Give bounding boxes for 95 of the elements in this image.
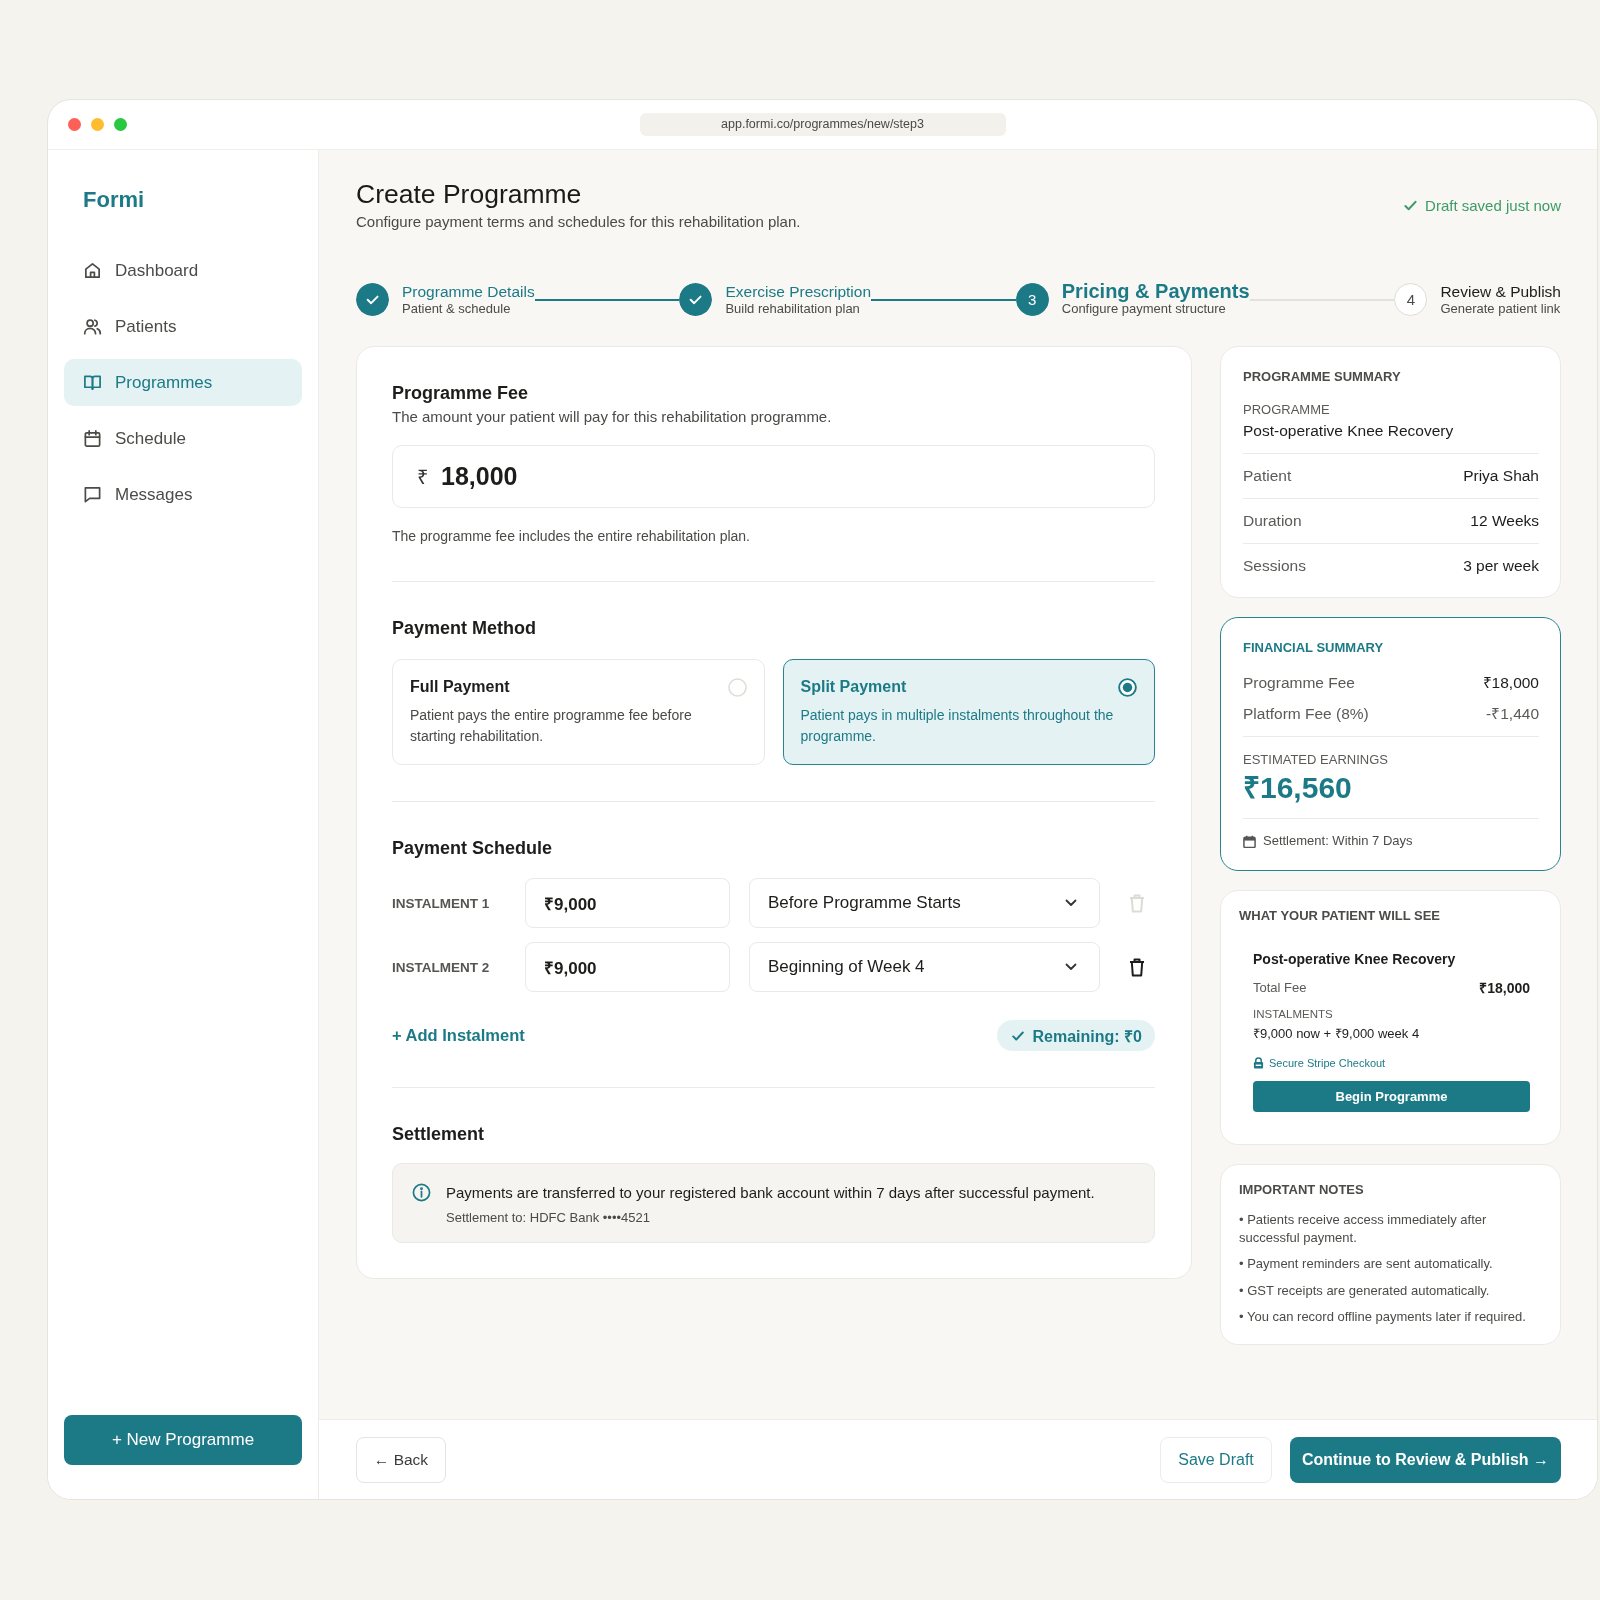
settlement-message: Payments are transferred to your registered bank account within 7 days after successful payment. <box>446 1183 1095 1203</box>
note-item: • Patients receive access immediately after successful payment. <box>1239 1211 1488 1246</box>
summary-label: Duration <box>1243 511 1302 531</box>
step-title: Programme Details <box>402 282 535 301</box>
amount-field[interactable]: ₹9,000 <box>525 942 730 992</box>
minimize-dot-icon[interactable] <box>91 118 104 131</box>
settlement-note: Settlement: Within 7 Days <box>1263 833 1413 849</box>
card-heading: IMPORTANT NOTES <box>1239 1182 1365 1198</box>
section-description: The amount your patient will pay for this rehabilitation programme. <box>392 407 833 427</box>
step-title: Review & Publish <box>1440 282 1561 301</box>
check-circle-icon[interactable] <box>679 283 713 316</box>
settlement-account: Settlement to: HDFC Bank ••••4521 <box>446 1210 651 1226</box>
nav-item[interactable]: Dashboard <box>64 247 302 294</box>
new-programme-button[interactable]: + New Programme <box>64 1415 302 1465</box>
chevron-down-icon <box>1065 963 1077 971</box>
timing-select[interactable]: Before Programme Starts <box>749 878 1100 928</box>
section-title: Payment Method <box>392 617 538 639</box>
nav-item[interactable]: Patients <box>64 303 302 350</box>
page-title: Create Programme <box>356 179 583 209</box>
card-heading: WHAT YOUR PATIENT WILL SEE <box>1239 908 1442 924</box>
instalment-label: INSTALMENT 2 <box>392 959 491 975</box>
section-title: Settlement <box>392 1123 486 1145</box>
summary-label: Patient <box>1243 466 1292 486</box>
info-icon <box>412 1183 431 1202</box>
fee-field[interactable]: ₹ 18,000 <box>392 445 1155 508</box>
step-caption: Patient & schedule <box>402 301 512 317</box>
calendar-icon <box>1243 834 1256 848</box>
preview-amount: ₹18,000 <box>1479 979 1530 997</box>
step-caption: Generate patient link <box>1440 301 1561 317</box>
zoom-dot-icon[interactable] <box>114 118 127 131</box>
note-item: • Payment reminders are sent automatically. <box>1239 1255 1494 1273</box>
summary-value: -₹1,440 <box>1486 704 1539 724</box>
summary-value: Priya Shah <box>1463 466 1539 486</box>
remaining-text: Remaining: ₹0 <box>1032 1026 1142 1047</box>
step-number: 3 <box>1015 283 1049 316</box>
nav-item[interactable]: Schedule <box>64 415 302 462</box>
section-title: Programme Fee <box>392 382 530 404</box>
lock-icon <box>1253 1057 1264 1069</box>
card-heading: PROGRAMME SUMMARY <box>1243 369 1402 385</box>
secure-checkout-note: Secure Stripe Checkout <box>1269 1056 1386 1070</box>
add-instalment-button[interactable]: + Add Instalment <box>392 1026 525 1045</box>
trash-icon[interactable] <box>1129 957 1145 977</box>
step-title: Exercise Prescription <box>725 282 871 301</box>
timing-select[interactable]: Beginning of Week 4 <box>749 942 1100 992</box>
note-item: • GST receipts are generated automatically. <box>1239 1281 1491 1299</box>
instalment-label: INSTALMENT 1 <box>392 895 491 911</box>
option-description: Patient pays the entire programme fee before starting rehabilitation. <box>410 706 693 746</box>
back-button[interactable]: ← Back <box>356 1436 446 1483</box>
begin-programme-button[interactable]: Begin Programme <box>1253 1081 1530 1112</box>
instalments-detail: ₹9,000 now + ₹9,000 week 4 <box>1253 1025 1421 1043</box>
summary-label: Sessions <box>1243 556 1306 576</box>
earnings-label: ESTIMATED EARNINGS <box>1243 752 1389 768</box>
option-title: Full Payment <box>410 677 510 697</box>
step-caption: Build rehabilitation plan <box>725 301 861 317</box>
programme-name: Post-operative Knee Recovery <box>1243 421 1455 441</box>
page-subtitle: Configure payment terms and schedules for this rehabilitation plan. <box>356 212 801 232</box>
check-icon <box>1403 198 1419 213</box>
option-description: Patient pays in multiple instalments throughout the programme. <box>800 706 1115 746</box>
summary-label: Programme Fee <box>1243 673 1355 693</box>
preview-label: Total Fee <box>1253 979 1307 997</box>
summary-value: ₹18,000 <box>1482 673 1539 693</box>
field-label: PROGRAMME <box>1243 402 1331 418</box>
users-icon <box>83 317 102 336</box>
close-dot-icon[interactable] <box>68 118 81 131</box>
save-status: Draft saved just now <box>1425 197 1561 214</box>
chevron-down-icon <box>1065 899 1077 907</box>
summary-value: 3 per week <box>1463 556 1539 576</box>
check-circle-icon[interactable] <box>356 283 389 316</box>
radio-icon[interactable] <box>1118 677 1137 697</box>
address-bar[interactable]: app.formi.co/programmes/new/step3 <box>639 113 1006 136</box>
nav-item[interactable]: Programmes <box>64 359 302 406</box>
summary-value: 12 Weeks <box>1470 511 1539 531</box>
amount-field[interactable]: ₹9,000 <box>525 878 730 928</box>
field-hint: The programme fee includes the entire rehabilitation plan. <box>392 527 751 545</box>
payment-option-card[interactable]: Full Payment Patient pays the entire programme fee before starting rehabilitation. <box>392 659 765 765</box>
step-title: Pricing & Payments <box>1061 282 1250 301</box>
section-title: Payment Schedule <box>392 837 554 859</box>
earnings-amount: ₹16,560 <box>1243 770 1353 806</box>
home-icon <box>83 261 102 280</box>
option-title: Split Payment <box>800 677 907 697</box>
calendar-icon <box>83 429 102 448</box>
note-item: • You can record offline payments later if required. <box>1239 1308 1527 1326</box>
continue-button[interactable]: Continue to Review & Publish → <box>1290 1436 1561 1483</box>
brand-logo[interactable]: Formi <box>83 187 145 213</box>
nav-item[interactable]: Messages <box>64 471 302 518</box>
chat-icon <box>83 485 102 504</box>
step-caption: Configure payment structure <box>1061 301 1226 317</box>
card-heading: FINANCIAL SUMMARY <box>1243 640 1385 656</box>
payment-option-card[interactable]: Split Payment Patient pays in multiple instalments throughout the programme. <box>782 659 1155 765</box>
summary-label: Platform Fee (8%) <box>1243 704 1369 724</box>
book-icon <box>83 373 102 392</box>
step-number: 4 <box>1394 283 1428 316</box>
save-draft-button[interactable]: Save Draft <box>1160 1436 1272 1483</box>
instalments-label: INSTALMENTS <box>1253 1007 1334 1021</box>
preview-title: Post-operative Knee Recovery <box>1253 950 1457 968</box>
